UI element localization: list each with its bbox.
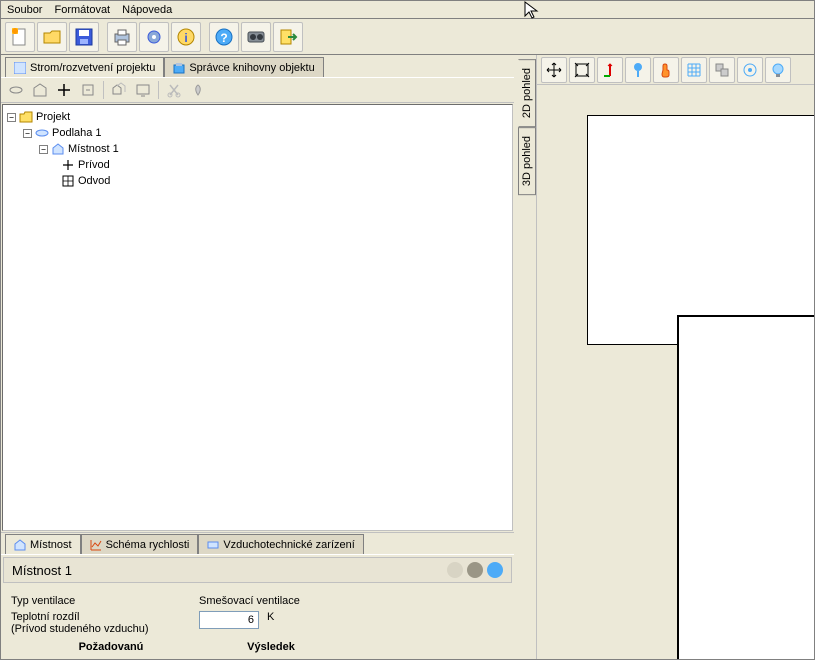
inlet-icon [61, 159, 75, 171]
export-button[interactable] [273, 22, 303, 52]
move-button[interactable] [541, 57, 567, 83]
right-panel: 2D pohled 3D pohled [517, 55, 814, 659]
axis-button[interactable] [597, 57, 623, 83]
vent-type-value: Smešovací ventilace [199, 595, 300, 607]
tab-object-library-label: Správce knihovny objektu [189, 62, 314, 74]
canvas-room-rect[interactable] [677, 315, 814, 659]
tab-3d-view[interactable]: 3D pohled [518, 127, 536, 195]
temp-diff-sublabel: (Prívod studeného vzduchu) [11, 623, 149, 635]
save-button[interactable] [69, 22, 99, 52]
hvac-icon [207, 539, 219, 551]
outlet-icon [61, 175, 75, 187]
tab-room-label: Místnost [30, 539, 72, 551]
room-icon [51, 143, 65, 155]
tab-hvac[interactable]: Vzduchotechnické zarízení [198, 534, 363, 554]
add-outlet-button[interactable] [77, 79, 99, 101]
screen-button[interactable] [132, 79, 154, 101]
col-required: Požadovanú [11, 641, 211, 653]
tree-node-floor[interactable]: Podlaha 1 [52, 127, 102, 139]
target-button[interactable] [737, 57, 763, 83]
bulb-button[interactable] [765, 57, 791, 83]
tab-room[interactable]: Místnost [5, 534, 81, 554]
add-inlet-button[interactable] [53, 79, 75, 101]
hand-button[interactable] [653, 57, 679, 83]
tab-2d-view[interactable]: 2D pohled [518, 59, 536, 127]
fit-button[interactable] [569, 57, 595, 83]
menu-help[interactable]: Nápoveda [122, 4, 172, 16]
add-room-button[interactable] [29, 79, 51, 101]
view-tabs: 2D pohled 3D pohled [517, 55, 537, 659]
status-circles [447, 562, 503, 578]
detail-panel: Místnost 1 Typ ventilace Smešovací venti… [1, 554, 514, 659]
col-result: Výsledek [211, 641, 331, 653]
library-icon [173, 62, 185, 74]
print-button[interactable] [107, 22, 137, 52]
floor-icon [35, 127, 49, 139]
paste-button[interactable] [187, 79, 209, 101]
info-button[interactable]: i [171, 22, 201, 52]
left-panel: Strom/rozvetvení projektu Správce knihov… [1, 55, 517, 659]
tab-speed-schema-label: Schéma rychlosti [106, 539, 190, 551]
status-dot-blue [487, 562, 503, 578]
expander-room[interactable]: − [39, 145, 48, 154]
chart-icon [90, 539, 102, 551]
tree-node-inlet[interactable]: Prívod [78, 159, 110, 171]
settings-button[interactable] [139, 22, 169, 52]
status-dot-grey1 [447, 562, 463, 578]
tab-hvac-label: Vzduchotechnické zarízení [223, 539, 354, 551]
tree-node-room[interactable]: Místnost 1 [68, 143, 119, 155]
pin-button[interactable] [625, 57, 651, 83]
open-folder-button[interactable] [37, 22, 67, 52]
expander-floor[interactable]: − [23, 129, 32, 138]
canvas-paper [587, 115, 814, 345]
tree-icon [14, 62, 26, 74]
left-tabstrip: Strom/rozvetvení projektu Správce knihov… [1, 55, 514, 77]
menu-format[interactable]: Formátovat [54, 4, 110, 16]
bottom-tabstrip: Místnost Schéma rychlosti Vzduchotechnic… [1, 532, 514, 554]
tree-node-outlet[interactable]: Odvod [78, 175, 110, 187]
tab-speed-schema[interactable]: Schéma rychlosti [81, 534, 199, 554]
temp-unit: K [267, 611, 274, 623]
menu-file[interactable]: Soubor [7, 4, 42, 16]
tree-node-project[interactable]: Projekt [36, 111, 70, 123]
vent-type-label: Typ ventilace [11, 595, 191, 607]
tab-object-library[interactable]: Správce knihovny objektu [164, 57, 323, 77]
tree-toolbar [1, 77, 514, 103]
add-floor-button[interactable] [5, 79, 27, 101]
tab-project-tree[interactable]: Strom/rozvetvení projektu [5, 57, 164, 77]
svg-text:?: ? [220, 31, 227, 45]
project-tree[interactable]: − Projekt − Podlaha 1 − Místnost 1 Prívo… [2, 104, 513, 531]
copy-room-button[interactable] [108, 79, 130, 101]
expander-project[interactable]: − [7, 113, 16, 122]
detail-header: Místnost 1 [3, 557, 512, 583]
video-button[interactable] [241, 22, 271, 52]
layers-button[interactable] [709, 57, 735, 83]
view-toolbar [537, 55, 814, 85]
cut-button[interactable] [163, 79, 185, 101]
tab-project-tree-label: Strom/rozvetvení projektu [30, 62, 155, 74]
menubar: Soubor Formátovat Nápoveda [1, 1, 814, 19]
folder-icon [19, 111, 33, 123]
new-file-button[interactable] [5, 22, 35, 52]
canvas-2d[interactable] [537, 85, 814, 659]
status-dot-grey2 [467, 562, 483, 578]
temp-diff-input[interactable] [199, 611, 259, 629]
grid-button[interactable] [681, 57, 707, 83]
help-button[interactable]: ? [209, 22, 239, 52]
detail-title: Místnost 1 [12, 563, 72, 578]
temp-diff-label: Teplotní rozdíl [11, 611, 79, 623]
room-tab-icon [14, 539, 26, 551]
svg-text:i: i [184, 31, 187, 45]
main-toolbar: i ? [1, 19, 814, 55]
